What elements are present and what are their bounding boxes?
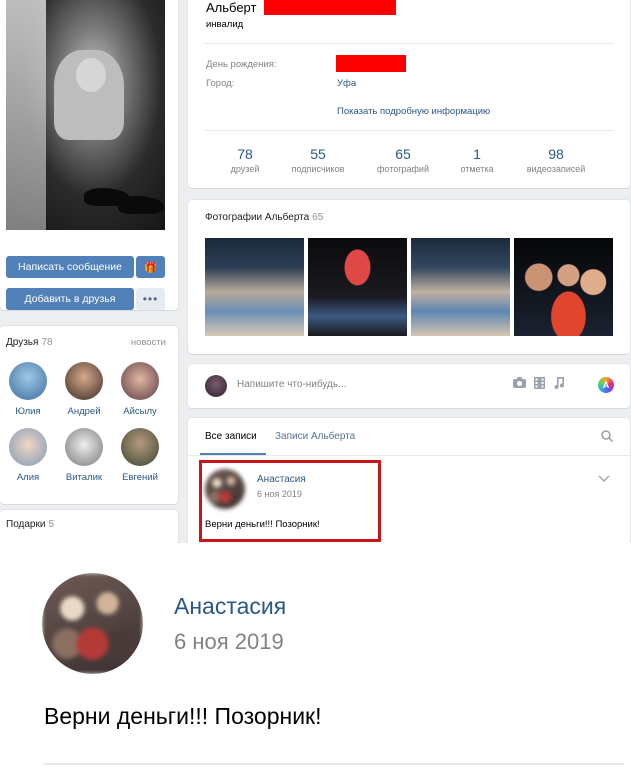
zoomed-post: Анастасия 6 ноя 2019 Верни деньги!!! Поз…	[0, 543, 631, 768]
composer-placeholder[interactable]: Напишите что-нибудь...	[237, 379, 346, 390]
friend-avatar	[65, 362, 103, 400]
add-friend-button[interactable]: Добавить в друзья	[6, 288, 134, 310]
divider	[204, 43, 614, 44]
friend-avatar	[9, 428, 47, 466]
send-message-button[interactable]: Написать сообщение	[6, 256, 134, 278]
counter-videos[interactable]: 98 видеозаписей	[511, 146, 601, 174]
post-author-avatar-large[interactable]	[42, 573, 143, 674]
camera-icon[interactable]	[513, 377, 526, 391]
friends-news-link[interactable]: новости	[131, 337, 166, 348]
chevron-down-icon[interactable]	[598, 474, 610, 485]
friend-item[interactable]: Андрей	[58, 362, 110, 417]
gift-icon: 🎁	[143, 261, 158, 274]
profile-photo[interactable]	[6, 0, 165, 230]
friend-item[interactable]: Алия	[2, 428, 54, 483]
counter-followers[interactable]: 55 подписчиков	[273, 146, 363, 174]
city-value[interactable]: Уфа	[337, 78, 356, 89]
city-label: Город:	[206, 78, 235, 89]
post-text-large: Верни деньги!!! Позорник!	[44, 703, 322, 729]
friends-title[interactable]: Друзья 78	[6, 337, 53, 348]
birthday-label: День рождения:	[206, 59, 277, 70]
photos-count: 65	[312, 212, 324, 223]
photo-thumbnail[interactable]	[205, 238, 304, 336]
video-icon[interactable]	[534, 377, 545, 392]
photos-title-label: Фотографии Альберта	[205, 212, 310, 223]
profile-name: Альберт	[206, 0, 257, 15]
user-avatar	[205, 375, 227, 397]
counter-number: 55	[310, 146, 326, 162]
post-date-large[interactable]: 6 ноя 2019	[174, 629, 284, 655]
friends-block: Друзья 78 новости Юлия Андрей Айсылу Алия…	[0, 326, 178, 504]
friends-title-label: Друзья	[6, 337, 39, 348]
music-icon[interactable]	[554, 377, 565, 392]
highlight-frame	[199, 460, 381, 542]
profile-info-card: Альберт инвалид День рождения: Город: Уф…	[188, 0, 630, 188]
photo-thumbnail[interactable]	[308, 238, 407, 336]
friend-avatar	[9, 362, 47, 400]
friend-item[interactable]: Евгений	[114, 428, 166, 483]
search-icon[interactable]	[601, 430, 614, 445]
redacted-surname	[264, 0, 396, 15]
friend-item[interactable]: Юлия	[2, 362, 54, 417]
counter-number: 1	[473, 146, 481, 162]
more-actions-button[interactable]: •••	[136, 288, 165, 310]
gifts-count: 5	[48, 519, 55, 530]
counter-label: видеозаписей	[526, 164, 586, 174]
friend-name: Андрей	[67, 406, 101, 417]
tab-all-posts[interactable]: Все записи	[205, 431, 257, 442]
friend-avatar	[121, 428, 159, 466]
redacted-birthday	[336, 55, 406, 72]
friend-name: Айсылу	[123, 406, 157, 417]
photos-block: Фотографии Альберта 65	[188, 200, 630, 354]
divider	[188, 455, 630, 456]
friend-name: Евгений	[122, 472, 158, 483]
divider	[204, 130, 614, 131]
counter-tags[interactable]: 1 отметка	[432, 146, 522, 174]
friend-name: Юлия	[15, 406, 41, 417]
counter-label: отметка	[460, 164, 494, 174]
show-more-info-link[interactable]: Показать подробную информацию	[337, 106, 490, 117]
counter-label: подписчиков	[291, 164, 345, 174]
photo-thumbnail[interactable]	[514, 238, 613, 336]
friend-name: Алия	[16, 472, 40, 483]
photo-thumbnail[interactable]	[411, 238, 510, 336]
friend-item[interactable]: Виталик	[58, 428, 110, 483]
gifts-block: Подарки 5	[0, 510, 178, 543]
tab-owner-posts[interactable]: Записи Альберта	[275, 431, 355, 442]
friend-item[interactable]: Айсылу	[114, 362, 166, 417]
photos-title[interactable]: Фотографии Альберта 65	[205, 212, 323, 223]
profile-screenshot: Написать сообщение 🎁 Добавить в друзья •…	[0, 0, 631, 543]
vk-apps-icon[interactable]: A	[598, 377, 614, 393]
friend-avatar	[65, 428, 103, 466]
divider	[44, 763, 624, 765]
gifts-title[interactable]: Подарки 5	[6, 519, 54, 530]
post-composer[interactable]: Напишите что-нибудь... A	[188, 364, 630, 408]
gifts-title-label: Подарки	[6, 519, 46, 530]
friend-name: Виталик	[65, 472, 103, 483]
profile-status: инвалид	[206, 19, 244, 30]
friend-avatar	[121, 362, 159, 400]
post-author-name-large[interactable]: Анастасия	[174, 593, 286, 620]
counter-number: 98	[548, 146, 564, 162]
gift-button[interactable]: 🎁	[136, 256, 165, 278]
friends-count: 78	[41, 337, 53, 348]
